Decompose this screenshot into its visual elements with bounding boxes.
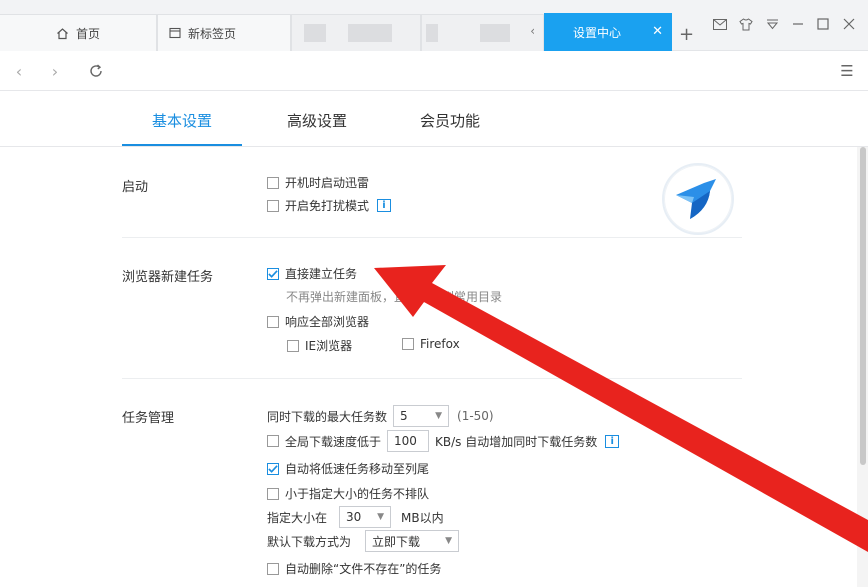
- new-tab-plus-icon[interactable]: +: [679, 24, 694, 45]
- checkmark-icon: [268, 269, 278, 278]
- blurred-content: [480, 24, 510, 42]
- minimize-icon[interactable]: [787, 14, 809, 34]
- max-tasks-value: 5: [400, 409, 408, 423]
- section-divider: [122, 237, 742, 238]
- tab-strip: 首页 新标签页 ‹ 设置中心 ✕ +: [0, 0, 868, 51]
- ie-option[interactable]: IE浏览器: [287, 337, 352, 354]
- max-tasks-select[interactable]: 5 ▼: [393, 405, 450, 427]
- tab-home[interactable]: 首页: [0, 14, 157, 51]
- checkmark-icon: [268, 464, 278, 473]
- skin-shirt-icon[interactable]: [735, 14, 757, 34]
- mail-icon[interactable]: [709, 14, 731, 34]
- size-limit-prefix: 指定大小在: [267, 510, 328, 525]
- auto-delete-checkbox[interactable]: [267, 562, 279, 575]
- size-limit-value: 30: [346, 510, 362, 524]
- forward-icon[interactable]: ›: [44, 60, 66, 82]
- move-slow-label: 自动将低速任务移动至列尾: [285, 462, 430, 476]
- move-slow-checkbox[interactable]: [267, 462, 279, 475]
- tab-settings-label: 设置中心: [573, 26, 622, 40]
- blurred-content: [426, 24, 438, 42]
- active-tab-indicator: [122, 144, 242, 146]
- size-limit-select[interactable]: 30 ▼: [339, 506, 392, 528]
- autostart-checkbox[interactable]: [267, 176, 279, 189]
- scrollbar-thumb[interactable]: [860, 147, 866, 465]
- download-mode-select[interactable]: 立即下载 ▼: [365, 530, 460, 552]
- size-limit-row: 指定大小在 30 ▼ MB以内: [267, 506, 444, 528]
- navigation-bar: ‹ › ☰: [0, 51, 868, 91]
- section-label-browser-task: 浏览器新建任务: [122, 270, 214, 285]
- download-mode-label: 默认下载方式为: [267, 534, 352, 549]
- max-tasks-label: 同时下载的最大任务数: [267, 409, 388, 424]
- speed-threshold-suffix: KB/s 自动增加同时下载任务数: [435, 434, 598, 449]
- blurred-content: [304, 24, 326, 42]
- all-browsers-checkbox[interactable]: [267, 315, 279, 328]
- xunlei-bird-logo: [662, 163, 734, 235]
- speed-threshold-row: 全局下载速度低于 100 KB/s 自动增加同时下载任务数 i: [267, 430, 620, 452]
- refresh-icon[interactable]: [85, 60, 107, 82]
- back-icon[interactable]: ‹: [8, 60, 30, 82]
- tab-new-tab[interactable]: 新标签页: [157, 14, 291, 51]
- small-no-queue-option[interactable]: 小于指定大小的任务不排队: [267, 485, 429, 502]
- auto-delete-label: 自动删除“文件不存在”的任务: [285, 562, 442, 576]
- dnd-checkbox[interactable]: [267, 199, 279, 212]
- download-mode-row: 默认下载方式为 立即下载 ▼: [267, 530, 460, 552]
- page-icon: [168, 26, 182, 40]
- close-icon[interactable]: ✕: [652, 24, 663, 39]
- direct-task-option[interactable]: 直接建立任务: [267, 265, 357, 282]
- chevron-down-icon: ▼: [445, 536, 453, 546]
- hamburger-menu-icon[interactable]: ☰: [836, 60, 858, 82]
- move-slow-option[interactable]: 自动将低速任务移动至列尾: [267, 460, 429, 477]
- all-browsers-label: 响应全部浏览器: [285, 315, 370, 329]
- section-label-task-management: 任务管理: [122, 411, 175, 426]
- autostart-option[interactable]: 开机时启动迅雷: [267, 174, 369, 191]
- direct-task-hint: 不再弹出新建面板，直接下载到常用目录: [286, 290, 503, 304]
- dropdown-menu-icon[interactable]: [761, 14, 783, 34]
- info-icon[interactable]: i: [377, 199, 392, 212]
- max-tasks-range: (1-50): [457, 409, 494, 423]
- chevron-down-icon: ▼: [377, 512, 385, 522]
- tab-member-features[interactable]: 会员功能: [420, 110, 480, 131]
- ie-checkbox[interactable]: [287, 339, 299, 352]
- info-icon[interactable]: i: [605, 434, 620, 448]
- tab-blurred-2[interactable]: ‹: [421, 14, 544, 51]
- firefox-checkbox[interactable]: [402, 338, 414, 350]
- firefox-label: Firefox: [420, 337, 460, 351]
- tab-blurred-1[interactable]: [291, 14, 421, 51]
- section-divider: [122, 378, 742, 379]
- tab-basic-settings[interactable]: 基本设置: [152, 110, 212, 131]
- dnd-label: 开启免打扰模式: [285, 199, 370, 213]
- tab-scroll-left-icon[interactable]: ‹: [530, 24, 535, 38]
- window-close-icon[interactable]: [838, 14, 860, 34]
- small-no-queue-checkbox[interactable]: [267, 487, 279, 500]
- max-tasks-row: 同时下载的最大任务数 5 ▼ (1-50): [267, 405, 494, 427]
- all-browsers-option[interactable]: 响应全部浏览器: [267, 313, 369, 330]
- tab-home-label: 首页: [75, 26, 100, 41]
- section-label-startup: 启动: [122, 180, 149, 195]
- speed-threshold-checkbox[interactable]: [267, 435, 279, 447]
- autostart-label: 开机时启动迅雷: [285, 176, 370, 190]
- tab-new-tab-label: 新标签页: [188, 26, 237, 41]
- speed-threshold-prefix: 全局下载速度低于: [285, 434, 382, 449]
- tab-advanced-settings[interactable]: 高级设置: [287, 110, 347, 131]
- tab-settings-center[interactable]: 设置中心 ✕: [544, 13, 672, 51]
- download-mode-value: 立即下载: [372, 534, 421, 549]
- maximize-icon[interactable]: [812, 14, 834, 34]
- direct-task-label: 直接建立任务: [285, 267, 358, 281]
- blurred-content: [348, 24, 392, 42]
- dnd-option[interactable]: 开启免打扰模式 i: [267, 197, 392, 214]
- home-icon: [56, 26, 70, 40]
- auto-delete-option[interactable]: 自动删除“文件不存在”的任务: [267, 560, 441, 577]
- direct-task-checkbox[interactable]: [267, 267, 279, 280]
- size-limit-unit: MB以内: [401, 510, 444, 525]
- speed-threshold-input[interactable]: 100: [387, 430, 430, 452]
- chevron-down-icon: ▼: [435, 411, 443, 421]
- small-no-queue-label: 小于指定大小的任务不排队: [285, 487, 430, 501]
- settings-tab-bar: 基本设置 高级设置 会员功能: [0, 92, 868, 147]
- ie-label: IE浏览器: [305, 339, 353, 353]
- firefox-option[interactable]: Firefox: [402, 337, 460, 351]
